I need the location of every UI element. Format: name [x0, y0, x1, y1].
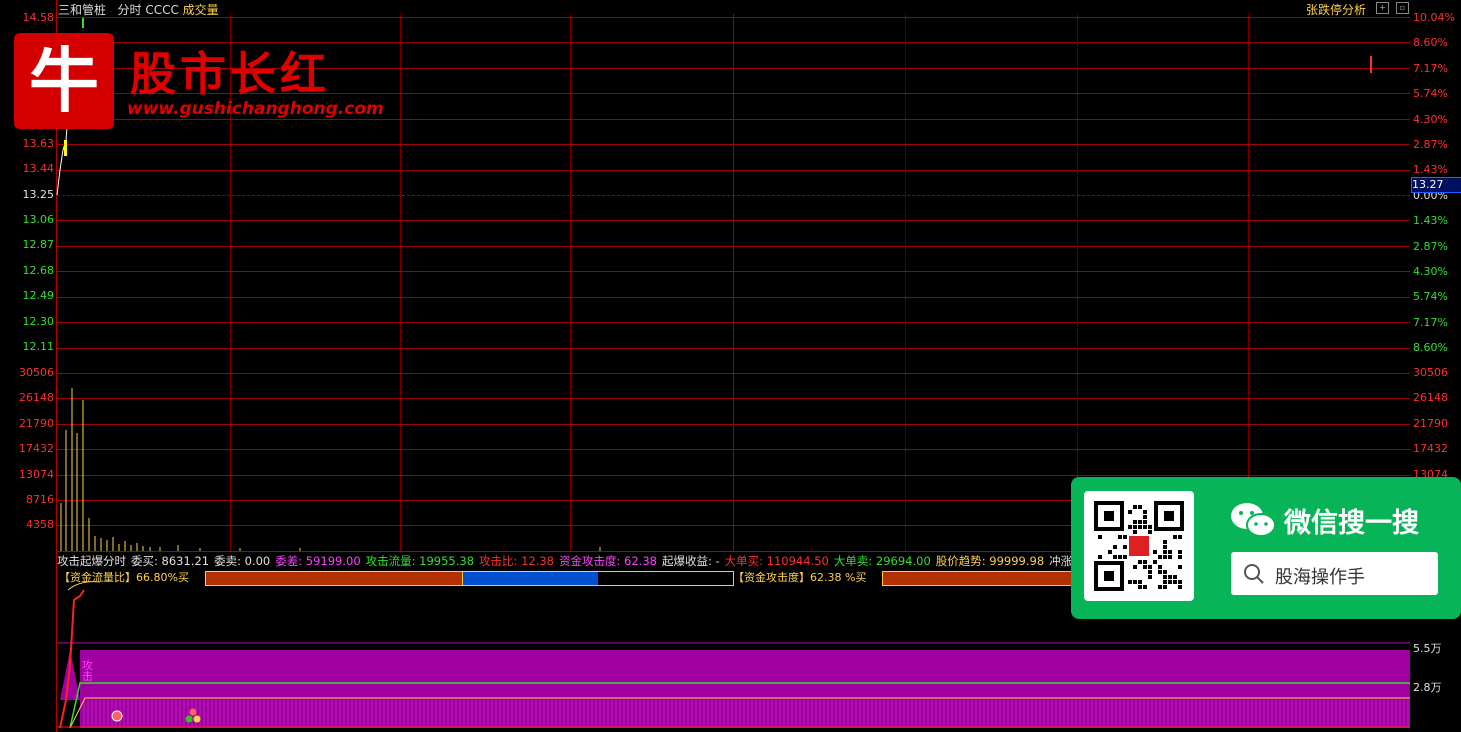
- wechat-icon: [1231, 503, 1276, 537]
- stats-item: 攻击流量: 19955.38: [365, 554, 475, 568]
- brand-url: www.gushichanghong.com: [127, 99, 384, 119]
- search-icon: [1244, 564, 1264, 584]
- flow-ratio-empty-bar: [598, 571, 734, 586]
- stats-item: 大单卖: 29694.00: [833, 554, 931, 568]
- wechat-ad-title: 微信搜一搜: [1284, 508, 1419, 539]
- lower-axis-label-high: 5.5万: [1413, 642, 1442, 655]
- stats-item: 起爆收益: -: [661, 554, 720, 568]
- price-tick-yellow: [64, 140, 67, 156]
- qr-code: [1084, 491, 1194, 601]
- flow-ratio-label: 【资金流量比】66.80%买: [59, 571, 189, 584]
- signal-ball-icon: [111, 710, 123, 722]
- stats-item: 委卖: 0.00: [214, 554, 271, 568]
- qr-code-icon: [1094, 501, 1184, 591]
- stats-item: 攻击比: 12.38: [479, 554, 554, 568]
- lower-axis-label-low: 2.8万: [1413, 681, 1442, 694]
- wechat-search-text: 股海操作手: [1275, 567, 1365, 588]
- flow-ratio-blue-bar: [462, 571, 600, 586]
- price-tick-red: [1370, 56, 1372, 73]
- stats-item: 股价趋势: 99999.98: [935, 554, 1045, 568]
- price-tick-green: [82, 18, 84, 28]
- flow-ratio-bar: [205, 571, 464, 586]
- attack-degree-label: 【资金攻击度】62.38 %买: [733, 571, 867, 584]
- attack-label: 攻击: [82, 659, 93, 683]
- stats-item: 资金攻击度: 62.38: [559, 554, 657, 568]
- attack-degree-bar: [882, 571, 1074, 586]
- brand-name: 股市长红: [130, 47, 330, 101]
- stats-item: 委差: 59199.00: [275, 554, 361, 568]
- stats-item: 大单买: 110944.50: [724, 554, 829, 568]
- volume-bars: [60, 388, 601, 551]
- stats-item: 委买: 8631.21: [131, 554, 210, 568]
- stats-title: 攻击起爆分时: [57, 554, 126, 568]
- brand-logo-char: 牛: [29, 39, 99, 122]
